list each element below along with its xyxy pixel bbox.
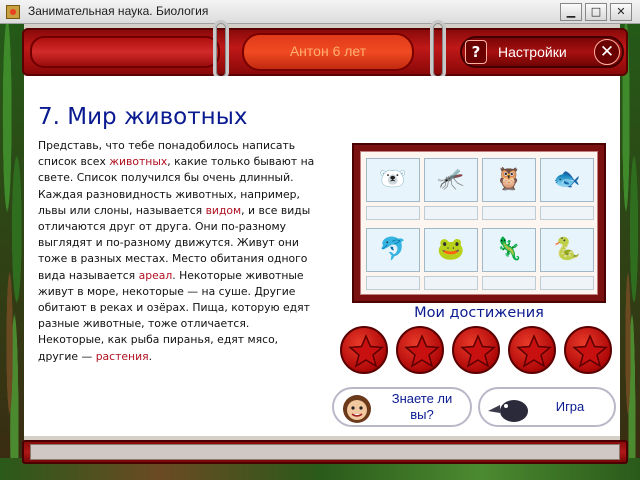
frog-icon: 🐸 xyxy=(437,237,465,262)
achievement-cell[interactable]: 🦟 xyxy=(424,158,478,202)
jungle-border-right xyxy=(620,24,640,480)
achievement-label xyxy=(366,206,420,220)
did-you-know-label: Знаете ли вы? xyxy=(391,391,453,422)
achievement-label xyxy=(482,206,536,220)
jungle-border-left xyxy=(0,24,24,480)
binder-ring-right xyxy=(430,20,446,80)
star-icon xyxy=(348,334,384,368)
chameleon-icon: 🦎 xyxy=(495,237,523,262)
window-title: Занимательная наука. Биология xyxy=(28,4,209,18)
star-icon xyxy=(460,334,496,368)
achievement-star-badge[interactable] xyxy=(452,326,500,374)
achievement-cell[interactable]: 🐸 xyxy=(424,228,478,272)
achievements-grid: 🐻‍❄️ 🦟 🦉 🐟 🐬 🐸 🦎 🐍 xyxy=(360,151,598,295)
glossary-link[interactable]: животных xyxy=(109,155,167,168)
user-profile-label: Антон 6 лет xyxy=(289,43,367,59)
help-button[interactable]: ? xyxy=(465,40,487,64)
star-icon xyxy=(404,334,440,368)
achievement-label xyxy=(482,276,536,290)
app-icon xyxy=(6,5,20,19)
girl-avatar-icon xyxy=(343,395,371,423)
game-label: Игра xyxy=(555,399,585,414)
progress-slot xyxy=(30,444,620,460)
achievement-label xyxy=(366,276,420,290)
owl-icon: 🦉 xyxy=(495,167,523,192)
achievement-star-badge[interactable] xyxy=(340,326,388,374)
lesson-text-fragment: . Некоторые животные живут в море, некот… xyxy=(38,268,310,363)
achievement-label xyxy=(424,276,478,290)
dolphin-icon: 🐬 xyxy=(379,237,407,262)
achievement-label xyxy=(540,276,594,290)
achievement-cell[interactable]: 🐟 xyxy=(540,158,594,202)
star-icon xyxy=(572,334,608,368)
snake-icon: 🐍 xyxy=(553,237,581,262)
achievement-cell[interactable]: 🐬 xyxy=(366,228,420,272)
window-titlebar: Занимательная наука. Биология ▁ □ ✕ xyxy=(0,0,640,24)
did-you-know-button[interactable]: Знаете ли вы? xyxy=(332,387,472,427)
achievements-title: Мои достижения xyxy=(414,305,544,321)
settings-button[interactable]: Настройки xyxy=(498,44,567,60)
window-close-button[interactable]: ✕ xyxy=(610,3,632,21)
header-left-panel xyxy=(30,36,220,68)
lesson-text: Представь, что тебе понадобилось написат… xyxy=(38,138,318,365)
glossary-link[interactable]: растения xyxy=(96,350,149,363)
game-button[interactable]: Игра xyxy=(478,387,616,427)
minimize-button[interactable]: ▁ xyxy=(560,3,582,21)
star-icon xyxy=(516,334,552,368)
achievement-cell[interactable]: 🐍 xyxy=(540,228,594,272)
glossary-link[interactable]: видом xyxy=(206,204,242,217)
polar-bear-icon: 🐻‍❄️ xyxy=(379,167,407,192)
achievements-board: 🐻‍❄️ 🦟 🦉 🐟 🐬 🐸 🦎 🐍 xyxy=(352,143,606,303)
achievement-star-badge[interactable] xyxy=(396,326,444,374)
piranha-icon: 🐟 xyxy=(553,167,581,192)
achievement-star-badge[interactable] xyxy=(508,326,556,374)
achievement-star-badge[interactable] xyxy=(564,326,612,374)
glossary-link[interactable]: ареал xyxy=(139,269,173,282)
achievement-cell[interactable]: 🐻‍❄️ xyxy=(366,158,420,202)
achievement-cell[interactable]: 🦉 xyxy=(482,158,536,202)
app-close-button[interactable]: ✕ xyxy=(594,39,620,65)
binder-ring-left xyxy=(213,20,229,80)
dragonfly-icon: 🦟 xyxy=(437,167,465,192)
crow-icon xyxy=(488,400,528,422)
achievement-label xyxy=(424,206,478,220)
lesson-text-fragment: . xyxy=(148,349,153,363)
achievement-label xyxy=(540,206,594,220)
achievement-cell[interactable]: 🦎 xyxy=(482,228,536,272)
maximize-button[interactable]: □ xyxy=(585,3,607,21)
lesson-title: 7. Мир животных xyxy=(38,104,248,130)
